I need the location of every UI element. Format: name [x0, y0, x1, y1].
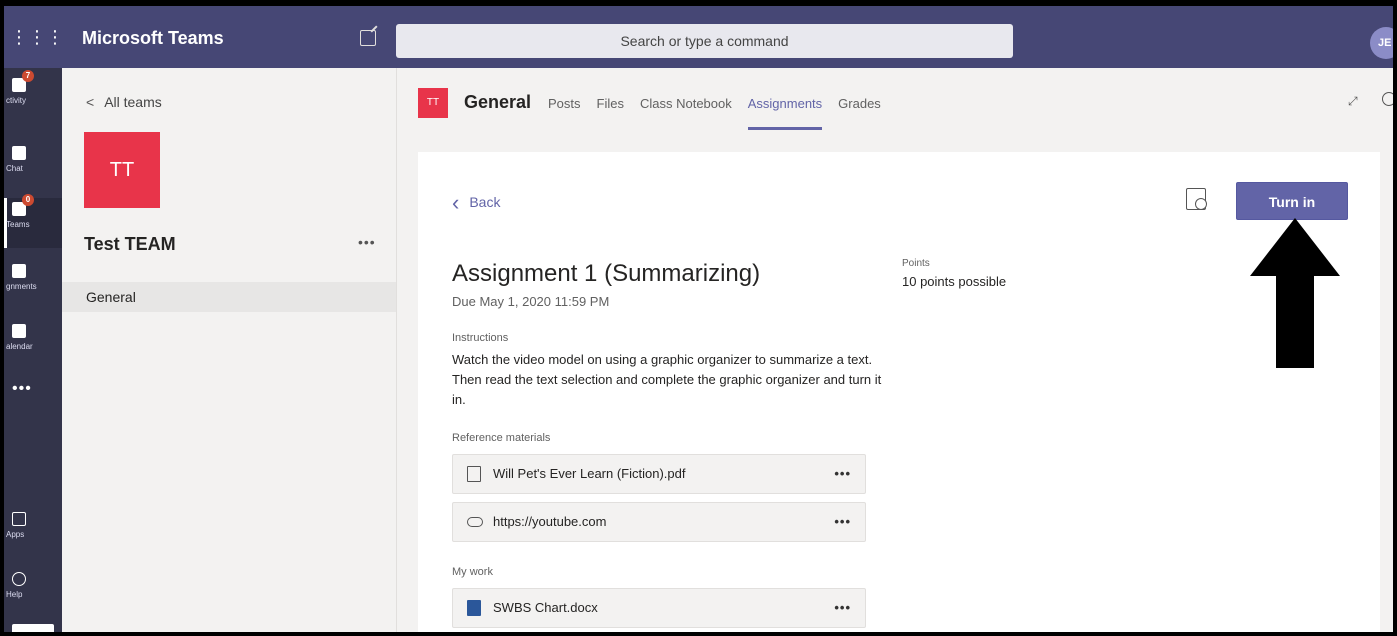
- chat-icon: [12, 146, 26, 160]
- avatar[interactable]: JE: [1370, 27, 1393, 59]
- reference-name: https://youtube.com: [493, 514, 607, 529]
- expand-icon[interactable]: ⤢: [1348, 94, 1358, 109]
- turn-in-button[interactable]: Turn in: [1236, 182, 1348, 220]
- rail-item-assignments[interactable]: gnments: [4, 260, 62, 310]
- back-label: Back: [469, 194, 501, 210]
- tab-files[interactable]: Files: [597, 96, 624, 111]
- all-teams-link[interactable]: < All teams: [86, 94, 162, 110]
- top-bar: ⋮⋮⋮ Microsoft Teams Search or type a com…: [4, 6, 1393, 68]
- team-avatar: TT: [84, 132, 160, 208]
- rail-item-label: Help: [6, 590, 23, 599]
- help-icon: [12, 572, 26, 586]
- chevron-left-icon: ‹: [452, 190, 460, 215]
- assignments-icon: [12, 264, 26, 278]
- new-chat-icon[interactable]: [360, 30, 376, 46]
- assignment-title: Assignment 1 (Summarizing): [452, 260, 761, 287]
- tab-assignments[interactable]: Assignments: [747, 96, 823, 130]
- download-app-icon[interactable]: [12, 624, 54, 632]
- search-input[interactable]: Search or type a command: [396, 24, 1013, 58]
- channel-header: TT General Posts Files Class Notebook As…: [398, 68, 1393, 138]
- app-title: Microsoft Teams: [82, 28, 224, 48]
- rail-item-label: ctivity: [6, 96, 26, 105]
- pdf-file-icon: [467, 466, 481, 482]
- assignment-due-date: Due May 1, 2020 11:59 PM: [452, 294, 610, 309]
- more-options-icon[interactable]: •••: [834, 503, 851, 541]
- refresh-icon[interactable]: [1382, 92, 1393, 106]
- points-label: Points: [902, 258, 930, 269]
- app-launcher-icon[interactable]: ⋮⋮⋮: [10, 26, 64, 48]
- reference-name: Will Pet's Ever Learn (Fiction).pdf: [493, 466, 686, 481]
- all-teams-label: All teams: [104, 94, 162, 110]
- calendar-icon: [12, 324, 26, 338]
- team-more-options-icon[interactable]: •••: [358, 234, 376, 250]
- more-options-icon[interactable]: •••: [834, 455, 851, 493]
- my-work-name: SWBS Chart.docx: [493, 600, 598, 615]
- apps-icon: [12, 512, 26, 526]
- assignment-card: ‹ Back Turn in Assignment 1 (Summarizing)…: [418, 152, 1380, 632]
- rail-item-label: Apps: [6, 530, 25, 539]
- instructions-text: Watch the video model on using a graphic…: [452, 352, 882, 407]
- teams-window: ⋮⋮⋮ Microsoft Teams Search or type a com…: [0, 0, 1397, 636]
- rail-item-help[interactable]: Help: [4, 568, 62, 618]
- rail-item-label: gnments: [6, 282, 37, 291]
- points-value: 10 points possible: [902, 274, 1007, 289]
- rail-item-label: alendar: [6, 342, 33, 351]
- more-options-icon[interactable]: •••: [834, 589, 851, 627]
- word-file-icon: [467, 600, 481, 616]
- teams-badge: 0: [22, 194, 34, 206]
- reference-materials-label: Reference materials: [452, 432, 551, 444]
- rail-item-label: Chat: [6, 164, 23, 173]
- chevron-left-icon: <: [86, 94, 95, 110]
- rail-item-label: Teams: [6, 220, 30, 229]
- rail-item-chat[interactable]: Chat: [4, 142, 62, 192]
- channel-tabs: Posts Files Class Notebook Assignments G…: [548, 96, 881, 130]
- my-work-item[interactable]: SWBS Chart.docx •••: [452, 588, 866, 628]
- my-work-label: My work: [452, 566, 493, 578]
- rail-item-teams[interactable]: 0 Teams: [4, 194, 62, 248]
- more-apps-icon[interactable]: •••: [12, 380, 32, 398]
- teams-panel: < All teams TT Test TEAM ••• General: [62, 68, 397, 632]
- back-button[interactable]: ‹ Back: [452, 190, 500, 216]
- reference-item[interactable]: Will Pet's Ever Learn (Fiction).pdf •••: [452, 454, 866, 494]
- annotation-arrow: [1250, 218, 1340, 368]
- tab-class-notebook[interactable]: Class Notebook: [640, 96, 732, 111]
- team-name: Test TEAM: [84, 234, 176, 254]
- rail-item-activity[interactable]: 7 ctivity: [4, 70, 62, 124]
- immersive-reader-icon[interactable]: [1186, 188, 1207, 210]
- rail-item-apps[interactable]: Apps: [4, 508, 62, 558]
- tab-grades[interactable]: Grades: [838, 96, 881, 111]
- tab-posts[interactable]: Posts: [548, 96, 581, 111]
- rail-item-calendar[interactable]: alendar: [4, 320, 62, 370]
- channel-team-avatar: TT: [418, 88, 448, 118]
- channel-title: General: [464, 92, 532, 112]
- channel-item-general[interactable]: General: [62, 282, 396, 312]
- reference-item[interactable]: https://youtube.com •••: [452, 502, 866, 542]
- instructions-label: Instructions: [452, 332, 509, 344]
- activity-badge: 7: [22, 70, 34, 82]
- app-rail: 7 ctivity Chat 0 Teams gnments alendar •…: [4, 68, 62, 632]
- link-icon: [467, 517, 483, 527]
